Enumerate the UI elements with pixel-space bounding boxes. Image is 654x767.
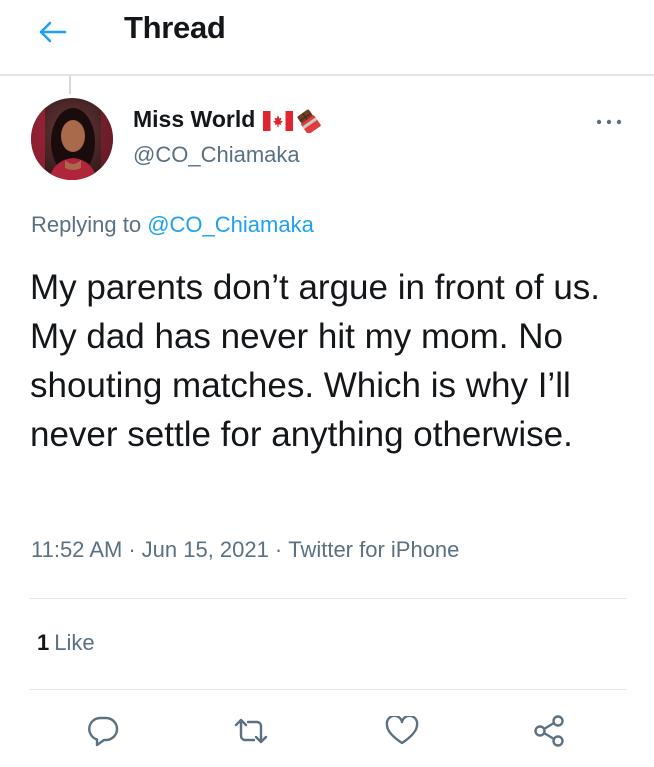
profile-photo bbox=[31, 98, 113, 180]
divider bbox=[30, 598, 626, 599]
reply-button[interactable] bbox=[83, 713, 123, 749]
share-icon bbox=[534, 715, 564, 747]
author-handle[interactable]: @CO_Chiamaka bbox=[133, 142, 300, 168]
like-count: 1 bbox=[37, 630, 50, 655]
divider bbox=[30, 689, 626, 690]
meta-separator: · bbox=[128, 537, 136, 562]
like-button[interactable] bbox=[382, 713, 422, 749]
top-bar: Thread bbox=[0, 0, 654, 76]
reply-icon bbox=[88, 716, 119, 747]
more-horizontal-icon bbox=[596, 119, 622, 125]
replying-to-mention[interactable]: @CO_Chiamaka bbox=[147, 212, 314, 237]
share-button[interactable] bbox=[529, 713, 569, 749]
display-name: Miss World bbox=[133, 106, 256, 132]
page-title: Thread bbox=[124, 10, 226, 45]
likes-count-link[interactable]: 1 Like bbox=[37, 630, 95, 656]
tweet-text: My parents don’t argue in front of us. M… bbox=[30, 268, 601, 454]
more-options-button[interactable] bbox=[592, 110, 626, 134]
replying-label: Replying to bbox=[31, 212, 142, 237]
tweet-source[interactable]: Twitter for iPhone bbox=[288, 537, 459, 562]
retweet-icon bbox=[234, 718, 268, 744]
tweet-date[interactable]: Jun 15, 2021 bbox=[142, 537, 269, 562]
meta-separator: · bbox=[274, 537, 283, 562]
replying-to-line: Replying to @CO_Chiamaka bbox=[31, 212, 314, 238]
avatar[interactable] bbox=[31, 98, 113, 180]
like-label: Like bbox=[54, 630, 95, 655]
tweet-time[interactable]: 11:52 AM bbox=[31, 537, 122, 562]
thread-connector-line bbox=[69, 76, 71, 94]
canada-flag-icon bbox=[263, 110, 294, 131]
chocolate-bar-icon bbox=[295, 107, 325, 134]
back-button[interactable] bbox=[34, 16, 70, 48]
arrow-left-icon bbox=[39, 21, 67, 43]
author-name-row[interactable]: Miss World bbox=[133, 106, 325, 134]
tweet-metadata: 11:52 AM · Jun 15, 2021 · Twitter for iPhone bbox=[31, 537, 459, 563]
heart-icon bbox=[385, 716, 419, 745]
retweet-button[interactable] bbox=[231, 713, 271, 749]
